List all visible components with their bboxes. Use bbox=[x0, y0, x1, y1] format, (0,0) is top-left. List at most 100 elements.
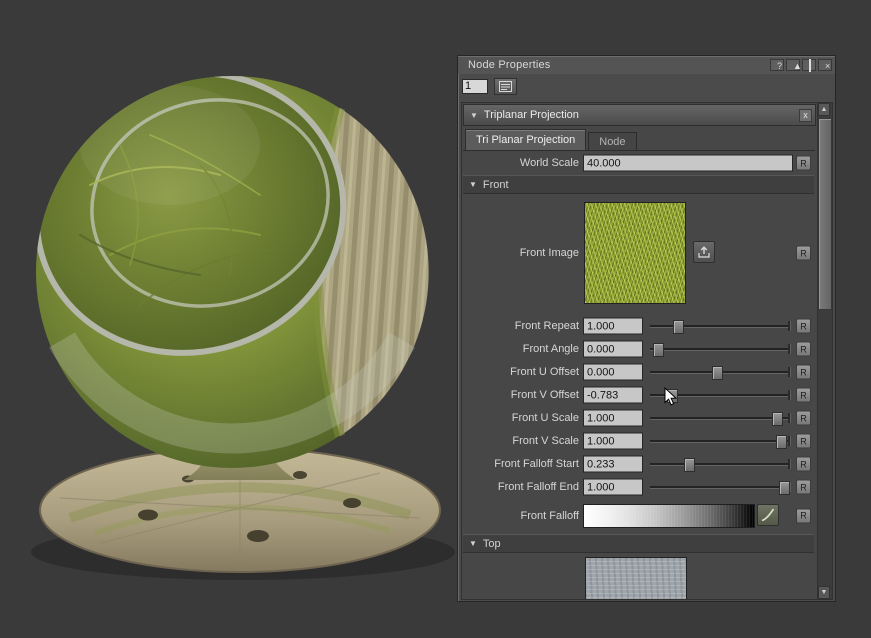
param-slider[interactable] bbox=[650, 410, 791, 426]
param-slider[interactable] bbox=[650, 364, 791, 380]
slider-end-tick bbox=[788, 413, 791, 423]
slider-handle[interactable] bbox=[776, 435, 787, 449]
param-label: Front U Scale bbox=[462, 412, 579, 424]
collapse-arrow-icon[interactable]: ▼ bbox=[469, 180, 477, 189]
restore-box-glyph bbox=[809, 59, 811, 72]
scroll-up-icon[interactable]: ▲ bbox=[818, 103, 830, 116]
top-image-thumbnail[interactable] bbox=[585, 557, 687, 600]
help-icon[interactable]: ? bbox=[770, 59, 784, 71]
app-root: Node Properties ? ▲ × ▼ bbox=[0, 0, 871, 638]
slider-end-tick bbox=[788, 321, 791, 331]
slider-track bbox=[650, 325, 791, 328]
reset-button[interactable]: R bbox=[796, 434, 811, 449]
titlebar-icons: ? ▲ × bbox=[770, 59, 832, 71]
front-falloff-label: Front Falloff bbox=[462, 510, 579, 522]
param-label: Front Angle bbox=[462, 343, 579, 355]
falloff-gradient-bar[interactable] bbox=[583, 504, 755, 528]
slider-track bbox=[650, 348, 791, 351]
panel-titlebar[interactable]: Node Properties ? ▲ × bbox=[458, 56, 835, 74]
front-image-thumbnail[interactable] bbox=[584, 202, 686, 304]
panel-title: Node Properties bbox=[468, 59, 551, 71]
front-section-label: Front bbox=[483, 179, 509, 191]
tab-tri-planar-projection[interactable]: Tri Planar Projection bbox=[465, 129, 586, 150]
param-label: Front V Scale bbox=[462, 435, 579, 447]
param-label: Front Falloff End bbox=[462, 481, 579, 493]
restore-window-icon[interactable] bbox=[802, 59, 816, 71]
close-icon[interactable]: × bbox=[818, 59, 832, 71]
param-value-field[interactable] bbox=[583, 341, 643, 358]
reset-button[interactable]: R bbox=[796, 411, 811, 426]
top-section-label: Top bbox=[483, 538, 501, 550]
node-title: Triplanar Projection bbox=[484, 109, 579, 121]
param-value-field[interactable] bbox=[583, 410, 643, 427]
front-image-label: Front Image bbox=[462, 247, 579, 259]
node-title-header[interactable]: ▼ Triplanar Projection x bbox=[463, 104, 816, 126]
param-row: Front Falloff Start R bbox=[462, 453, 815, 475]
node-close-button[interactable]: x bbox=[799, 109, 812, 122]
reset-button[interactable]: R bbox=[796, 457, 811, 472]
slider-end-tick bbox=[788, 367, 791, 377]
material-preview-render bbox=[0, 0, 460, 638]
properties-form: ▼ Triplanar Projection x Tri Planar Proj… bbox=[461, 102, 819, 600]
param-slider[interactable] bbox=[650, 433, 791, 449]
param-value-field[interactable] bbox=[583, 456, 643, 473]
world-scale-field[interactable] bbox=[583, 155, 793, 172]
front-falloff-row: Front Falloff R bbox=[462, 501, 815, 530]
slider-track bbox=[650, 417, 791, 420]
slider-end-tick bbox=[788, 436, 791, 446]
form-layout-icon bbox=[499, 81, 512, 92]
curve-icon bbox=[761, 508, 775, 522]
slider-end-tick bbox=[788, 390, 791, 400]
scrollbar-thumb[interactable] bbox=[818, 118, 832, 310]
param-value-field[interactable] bbox=[583, 364, 643, 381]
load-image-button[interactable] bbox=[693, 241, 715, 263]
tab-bar: Tri Planar Projection Node bbox=[463, 129, 815, 151]
reset-button[interactable]: R bbox=[796, 342, 811, 357]
reset-button[interactable]: R bbox=[796, 246, 811, 261]
param-label: Front Repeat bbox=[462, 320, 579, 332]
top-section-header[interactable]: ▼ Top bbox=[463, 534, 814, 553]
slider-track bbox=[650, 486, 791, 489]
slider-handle[interactable] bbox=[712, 366, 723, 380]
world-scale-row: World Scale R bbox=[462, 152, 815, 174]
param-slider[interactable] bbox=[650, 479, 791, 495]
param-row: Front Angle R bbox=[462, 338, 815, 360]
param-value-field[interactable] bbox=[583, 387, 643, 404]
slider-handle[interactable] bbox=[653, 343, 664, 357]
param-slider[interactable] bbox=[650, 341, 791, 357]
reset-button[interactable]: R bbox=[796, 480, 811, 495]
scrollbar[interactable]: ▲ ▼ bbox=[817, 102, 833, 600]
reset-button[interactable]: R bbox=[796, 156, 811, 171]
param-value-field[interactable] bbox=[583, 318, 643, 335]
collapse-arrow-icon[interactable]: ▼ bbox=[469, 539, 477, 548]
param-row: Front U Offset R bbox=[462, 361, 815, 383]
param-value-field[interactable] bbox=[583, 479, 643, 496]
slider-handle[interactable] bbox=[684, 458, 695, 472]
param-slider[interactable] bbox=[650, 456, 791, 472]
slider-handle[interactable] bbox=[779, 481, 790, 495]
reset-button[interactable]: R bbox=[796, 319, 811, 334]
reset-button[interactable]: R bbox=[796, 508, 811, 523]
param-label: Front U Offset bbox=[462, 366, 579, 378]
pin-up-icon[interactable]: ▲ bbox=[786, 59, 800, 71]
reset-button[interactable]: R bbox=[796, 388, 811, 403]
param-slider[interactable] bbox=[650, 387, 791, 403]
panel-toolbar bbox=[462, 77, 517, 95]
param-row: Front Repeat R bbox=[462, 315, 815, 337]
collapse-arrow-icon[interactable]: ▼ bbox=[470, 111, 478, 120]
slider-handle[interactable] bbox=[772, 412, 783, 426]
edit-gradient-button[interactable] bbox=[757, 504, 779, 526]
form-view-button[interactable] bbox=[494, 78, 517, 95]
param-value-field[interactable] bbox=[583, 433, 643, 450]
tab-node[interactable]: Node bbox=[588, 132, 636, 150]
param-slider[interactable] bbox=[650, 318, 791, 334]
slider-handle[interactable] bbox=[667, 389, 678, 403]
scroll-down-icon[interactable]: ▼ bbox=[818, 586, 830, 599]
param-label: Front Falloff Start bbox=[462, 458, 579, 470]
front-section-header[interactable]: ▼ Front bbox=[463, 175, 814, 194]
3d-viewport[interactable] bbox=[0, 0, 460, 638]
item-index-field[interactable] bbox=[462, 79, 488, 94]
slider-handle[interactable] bbox=[673, 320, 684, 334]
reset-button[interactable]: R bbox=[796, 365, 811, 380]
param-row: Front U Scale R bbox=[462, 407, 815, 429]
